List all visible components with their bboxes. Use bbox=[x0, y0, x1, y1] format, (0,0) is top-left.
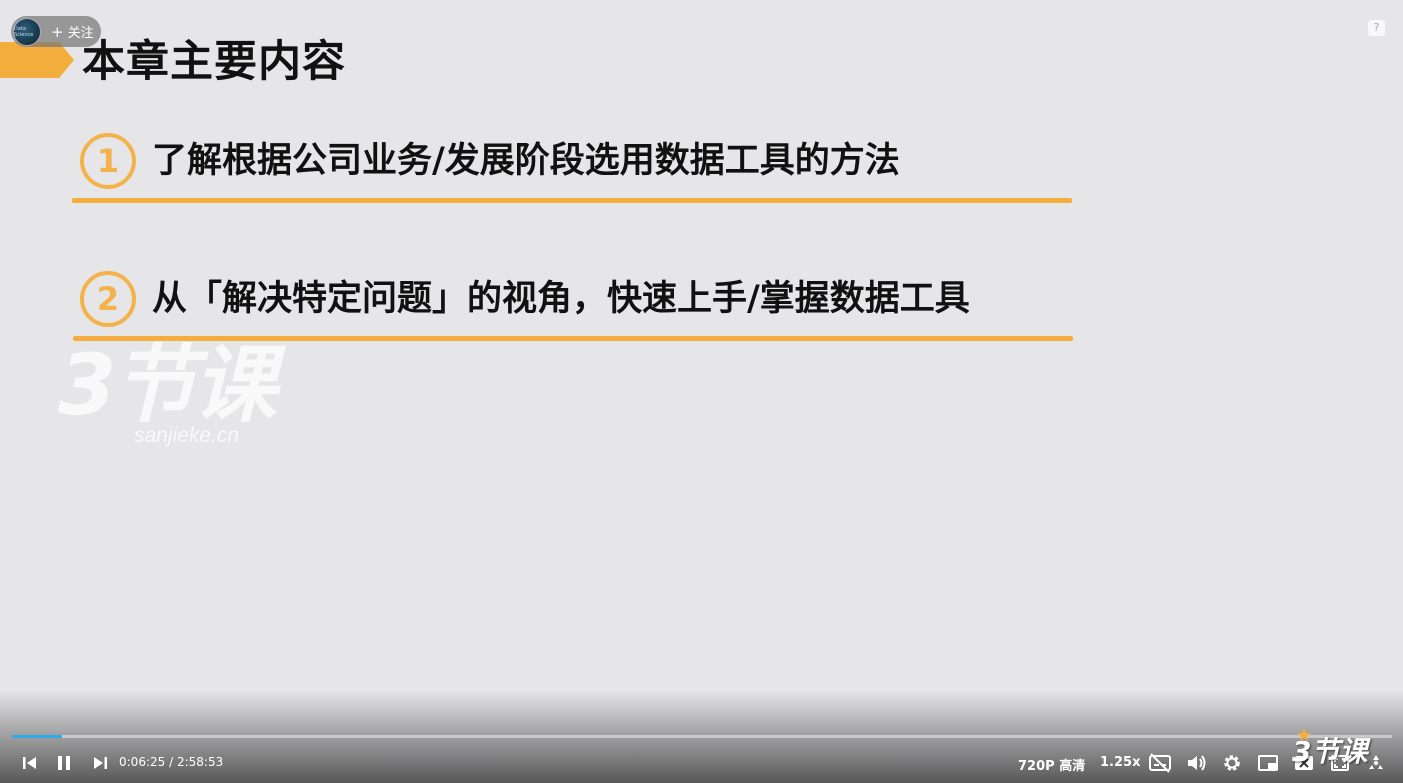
volume-button[interactable] bbox=[1186, 751, 1208, 775]
subtitles-off-icon bbox=[1149, 753, 1171, 773]
follow-button[interactable]: Data Science + 关注 bbox=[11, 16, 101, 47]
next-button[interactable] bbox=[92, 751, 110, 775]
volume-icon bbox=[1188, 755, 1206, 771]
progress-fill bbox=[12, 735, 62, 738]
point-number: 2 bbox=[80, 271, 136, 327]
skip-next-icon bbox=[94, 757, 107, 769]
video-frame: 本章主要内容 1 了解根据公司业务/发展阶段选用数据工具的方法 2 从「解决特定… bbox=[0, 0, 1403, 783]
brand-logo: 3节课 bbox=[1290, 724, 1367, 776]
pause-icon bbox=[58, 756, 70, 770]
share-icon bbox=[1369, 755, 1383, 769]
slide-title: 本章主要内容 bbox=[82, 37, 346, 87]
quality-selector[interactable]: 720P 高清 bbox=[1018, 755, 1085, 774]
point-number: 1 bbox=[80, 133, 136, 189]
time-separator: / bbox=[169, 755, 174, 769]
point-text: 从「解决特定问题」的视角，快速上手/掌握数据工具 bbox=[152, 279, 970, 319]
time-display: 0:06:25 / 2:58:53 bbox=[119, 755, 223, 769]
gear-icon bbox=[1224, 755, 1240, 771]
skip-previous-icon bbox=[23, 757, 36, 769]
point-underline bbox=[72, 198, 1072, 203]
watermark-site: sanjieke.cn bbox=[134, 424, 240, 447]
subtitles-toggle[interactable] bbox=[1148, 751, 1172, 775]
pause-button[interactable] bbox=[55, 751, 73, 775]
follow-label: 关注 bbox=[67, 26, 94, 41]
point-text: 了解根据公司业务/发展阶段选用数据工具的方法 bbox=[152, 141, 900, 181]
share-button[interactable] bbox=[1365, 751, 1387, 775]
picture-in-picture-button[interactable] bbox=[1257, 751, 1279, 775]
watermark: 3节课 sanjieke.cn bbox=[58, 336, 276, 447]
brand-logo-text: 3节课 bbox=[1292, 735, 1368, 768]
previous-button[interactable] bbox=[20, 751, 38, 775]
progress-bar[interactable] bbox=[12, 735, 1392, 738]
speed-selector[interactable]: 1.25x bbox=[1100, 755, 1140, 770]
current-time: 0:06:25 bbox=[119, 755, 166, 769]
channel-avatar: Data Science bbox=[13, 17, 41, 46]
duration: 2:58:53 bbox=[176, 755, 224, 769]
settings-button[interactable] bbox=[1222, 751, 1242, 775]
help-icon[interactable]: ? bbox=[1368, 20, 1385, 36]
picture-in-picture-icon bbox=[1258, 755, 1278, 771]
title-accent-tab bbox=[0, 42, 74, 78]
watermark-brand: 3节课 bbox=[58, 336, 276, 434]
plus-icon: + bbox=[51, 22, 64, 41]
